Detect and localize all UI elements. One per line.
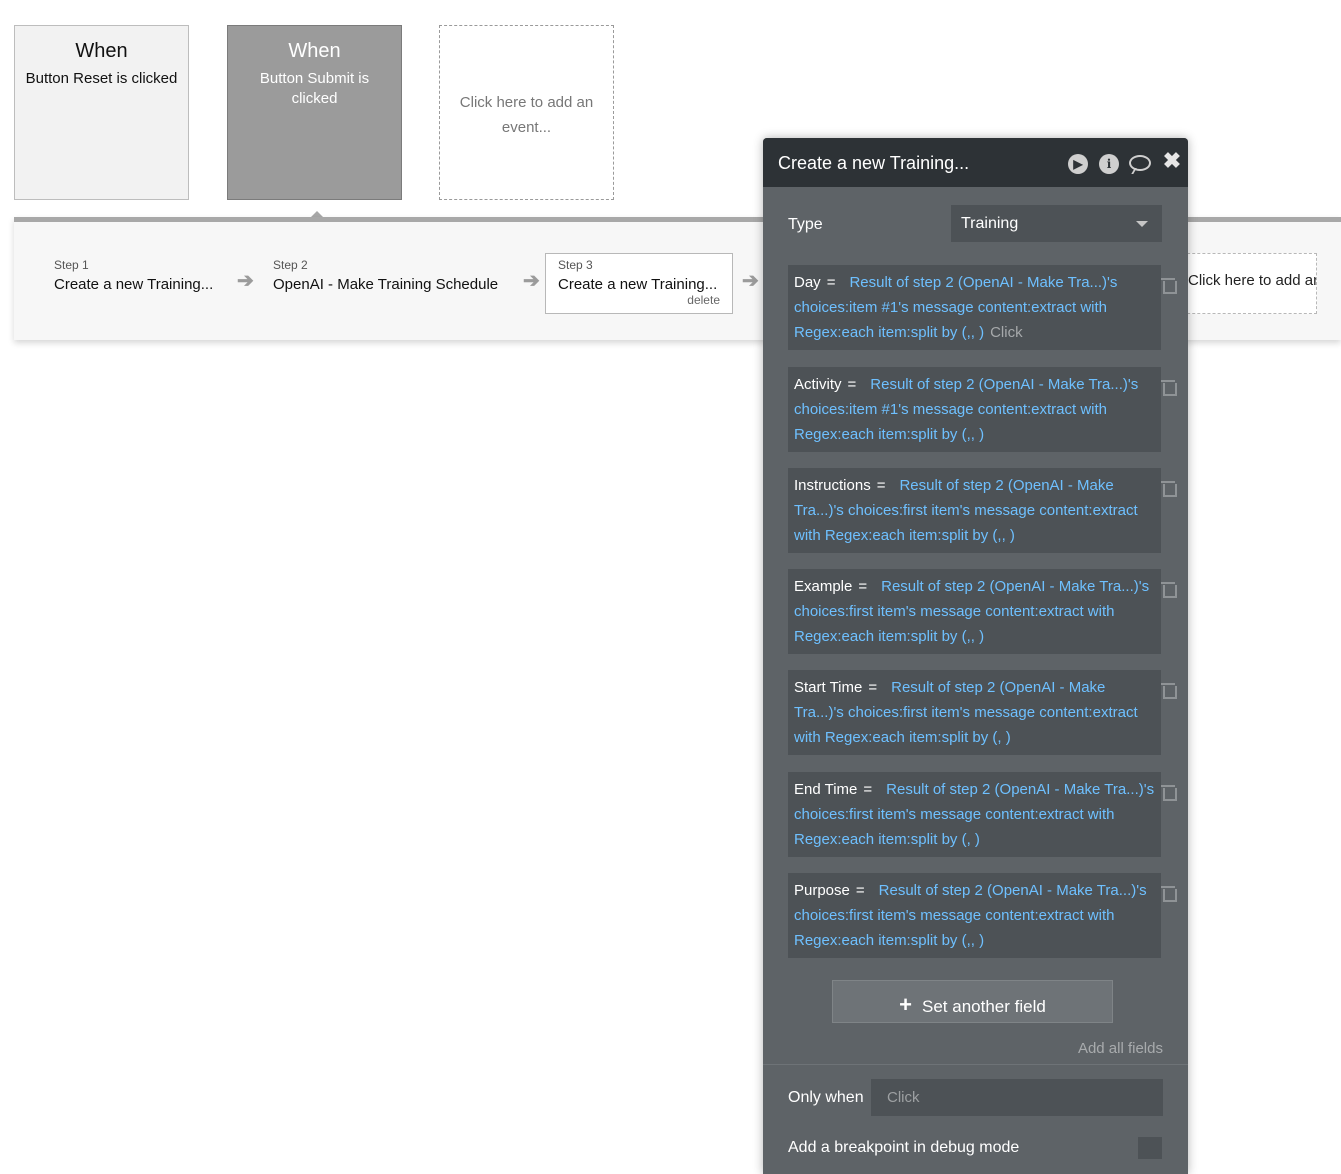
panel-divider	[763, 1064, 1188, 1065]
plus-icon: +	[899, 992, 913, 1017]
step-name: OpenAI - Make Training Schedule	[273, 276, 499, 293]
event-when-label: When	[75, 40, 128, 62]
set-another-field-button[interactable]: + Set another field	[832, 980, 1113, 1023]
field-row-end-time[interactable]: End Time = Result of step 2 (OpenAI - Make…	[788, 772, 1161, 857]
field-name: Day	[794, 274, 821, 291]
add-event-placeholder[interactable]: Click here to add an event...	[439, 25, 614, 200]
workflow-step-2[interactable]: Step 2 OpenAI - Make Training Schedule	[273, 258, 498, 293]
step-name: Create a new Training...	[558, 276, 718, 293]
field-row-activity[interactable]: Activity = Result of step 2 (OpenAI - Make…	[788, 367, 1161, 452]
field-row-start-time[interactable]: Start Time = Result of step 2 (OpenAI - Ma…	[788, 670, 1161, 755]
play-icon[interactable]: ▶	[1068, 154, 1088, 174]
field-name: Example	[794, 578, 853, 595]
field-name: Start Time	[794, 679, 863, 696]
field-name: End Time	[794, 781, 858, 798]
trash-icon[interactable]	[1161, 783, 1177, 801]
type-value: Training	[961, 215, 1019, 232]
breakpoint-label: Add a breakpoint in debug mode	[788, 1139, 1020, 1156]
equals-sign: =	[847, 376, 857, 393]
field-row-purpose[interactable]: Purpose = Result of step 2 (OpenAI - Make …	[788, 873, 1161, 958]
click-hint[interactable]: Click	[990, 324, 1023, 341]
equals-sign: =	[855, 882, 865, 899]
comment-icon[interactable]	[1129, 155, 1151, 171]
field-name: Instructions	[794, 477, 871, 494]
arrow-right-icon: ➔	[523, 270, 540, 292]
type-dropdown[interactable]: Training	[951, 205, 1162, 242]
arrow-right-icon: ➔	[742, 270, 759, 292]
trash-icon[interactable]	[1161, 580, 1177, 598]
arrow-right-icon: ➔	[237, 270, 254, 292]
info-icon[interactable]: i	[1099, 154, 1119, 174]
trash-icon[interactable]	[1161, 378, 1177, 396]
step-number: Step 1	[54, 258, 89, 272]
only-when-label: Only when	[788, 1089, 864, 1106]
set-another-field-label: Set another field	[922, 997, 1046, 1016]
only-when-input[interactable]: Click	[871, 1079, 1163, 1116]
equals-sign: =	[863, 781, 873, 798]
event-when-label: When	[288, 40, 341, 62]
add-all-fields-link[interactable]: Add all fields	[1078, 1040, 1163, 1057]
event-description: Button Submit is clicked	[259, 70, 370, 107]
field-expression[interactable]: Result of step 2 (OpenAI - Make Tra...)'…	[794, 274, 1117, 341]
step-name: Create a new Training...	[54, 276, 214, 293]
field-expression[interactable]: Result of step 2 (OpenAI - Make Tra...)'…	[794, 376, 1138, 443]
equals-sign: =	[868, 679, 878, 696]
field-name: Activity	[794, 376, 842, 393]
field-row-day[interactable]: Day = Result of step 2 (OpenAI - Make Tra.…	[788, 265, 1161, 350]
action-properties-panel: Create a new Training... ▶ i ✖ Type Trai…	[763, 138, 1188, 1174]
event-button-reset[interactable]: When Button Reset is clicked	[14, 25, 189, 200]
trash-icon[interactable]	[1161, 479, 1177, 497]
chevron-down-icon	[1136, 221, 1148, 227]
event-button-submit[interactable]: When Button Submit is clicked	[227, 25, 402, 200]
panel-header: Create a new Training... ▶ i ✖	[763, 138, 1188, 187]
field-row-example[interactable]: Example = Result of step 2 (OpenAI - Make …	[788, 569, 1161, 654]
type-label: Type	[788, 216, 823, 233]
equals-sign: =	[858, 578, 868, 595]
breakpoint-checkbox[interactable]	[1138, 1137, 1162, 1159]
equals-sign: =	[876, 477, 886, 494]
add-event-label: Click here to add an event...	[459, 94, 594, 136]
event-description: Button Reset is clicked	[25, 70, 178, 87]
trash-icon[interactable]	[1161, 276, 1177, 294]
panel-title: Create a new Training...	[778, 153, 970, 173]
workflow-step-3[interactable]: Step 3 Create a new Training... delete	[545, 253, 733, 314]
close-icon[interactable]: ✖	[1161, 150, 1183, 172]
step-number: Step 3	[558, 258, 593, 272]
field-row-instructions[interactable]: Instructions = Result of step 2 (OpenAI - …	[788, 468, 1161, 553]
delete-step-link[interactable]: delete	[687, 293, 720, 307]
equals-sign: =	[826, 274, 836, 291]
step-number: Step 2	[273, 258, 308, 272]
trash-icon[interactable]	[1161, 884, 1177, 902]
field-name: Purpose	[794, 882, 850, 899]
add-action-placeholder[interactable]: Click here to add an action...	[1177, 253, 1317, 314]
workflow-step-1[interactable]: Step 1 Create a new Training...	[54, 258, 213, 293]
trash-icon[interactable]	[1161, 681, 1177, 699]
